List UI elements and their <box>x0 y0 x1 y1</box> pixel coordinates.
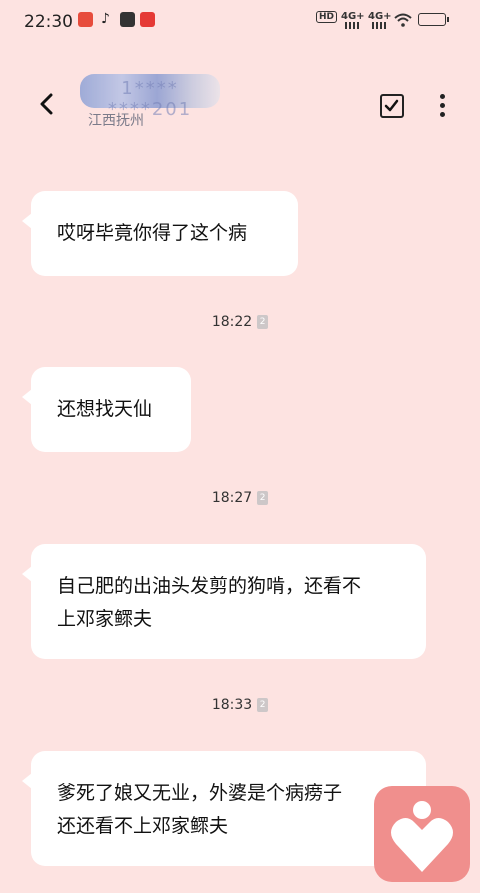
message-timestamp: 18:22 2 <box>0 314 480 330</box>
timestamp-text: 18:33 <box>211 697 253 713</box>
message-bubble[interactable]: 哎呀毕竟你得了这个病 <box>22 191 298 276</box>
message-app-icon <box>120 12 135 27</box>
message-text: 哎呀毕竟你得了这个病 <box>57 222 248 244</box>
message-timestamp: 18:33 2 <box>0 697 480 713</box>
battery-tip <box>447 17 449 22</box>
signal-icon-1 <box>345 22 361 29</box>
message-text-line: 自己肥的出油头发剪的狗啃，还看不 <box>57 575 362 597</box>
wifi-icon <box>394 13 412 27</box>
signal-icon-2 <box>372 22 388 29</box>
sim-card-icon: 2 <box>257 698 269 712</box>
message-text: 还想找天仙 <box>57 398 153 420</box>
message-text-line: 上邓家鳏夫 <box>57 608 153 630</box>
chat-header: 1**** ****201 江西抚州 <box>0 60 480 150</box>
message-text-line: 爹死了娘又无业，外婆是个病痨子 <box>57 782 343 804</box>
checkbox-icon[interactable] <box>380 94 404 118</box>
message-text-line: 还还看不上邓家鳏夫 <box>57 815 229 837</box>
message-bubble[interactable]: 还想找天仙 <box>22 367 191 452</box>
sim-card-icon: 2 <box>257 315 269 329</box>
chevron-left-icon[interactable] <box>36 93 58 115</box>
floating-app-button[interactable] <box>374 786 470 882</box>
netease-music-icon <box>140 12 155 27</box>
network-indicator-2: 4G+ <box>368 11 392 22</box>
heart-person-icon <box>391 801 453 872</box>
tiktok-icon: ♪ <box>101 11 110 27</box>
network-indicator-1: 4G+ <box>341 11 365 22</box>
message-timestamp: 18:27 2 <box>0 490 480 506</box>
battery-icon <box>418 13 446 26</box>
contact-location: 江西抚州 <box>88 113 144 129</box>
app-notification-icon <box>78 12 93 27</box>
contact-name-blurred: 1**** ****201 <box>80 74 220 120</box>
status-time: 22:30 <box>24 12 73 32</box>
timestamp-text: 18:22 <box>211 314 253 330</box>
message-bubble[interactable]: 爹死了娘又无业，外婆是个病痨子 还还看不上邓家鳏夫 <box>22 751 426 866</box>
hd-indicator: HD <box>316 11 338 23</box>
message-bubble[interactable]: 自己肥的出油头发剪的狗啃，还看不 上邓家鳏夫 <box>22 544 426 659</box>
status-bar: 22:30 ♪ HD 4G+ 4G+ <box>0 0 480 44</box>
more-vertical-icon[interactable] <box>437 94 447 120</box>
sim-card-icon: 2 <box>257 491 269 505</box>
timestamp-text: 18:27 <box>211 490 253 506</box>
